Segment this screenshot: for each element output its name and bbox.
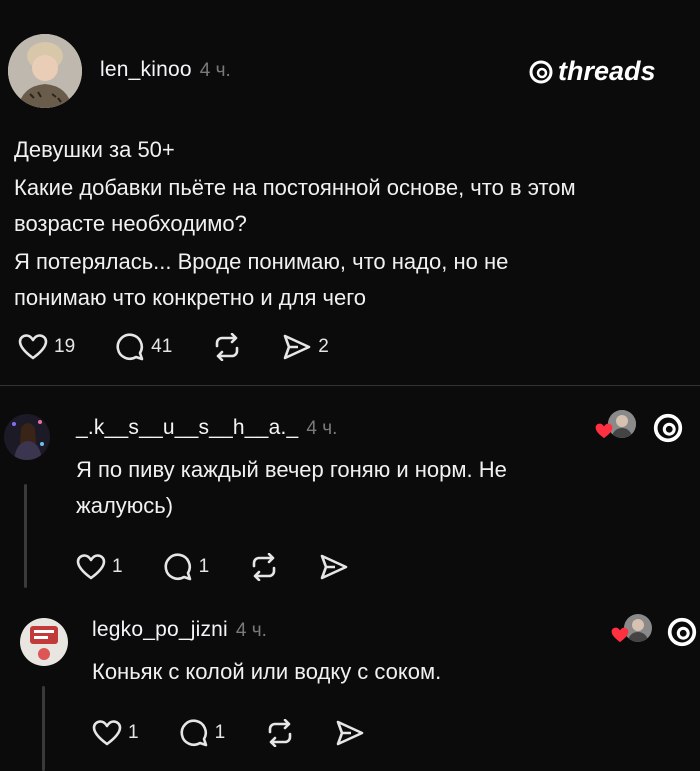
share-count: 2 bbox=[318, 336, 329, 357]
post-body: Девушки за 50+ Какие добавки пьёте на по… bbox=[14, 132, 694, 316]
heart-icon bbox=[92, 720, 122, 746]
reply-username[interactable]: legko_po_jizni bbox=[92, 618, 228, 642]
reply-line: жалуюсь) bbox=[76, 493, 174, 518]
share-button[interactable]: 2 bbox=[282, 333, 329, 361]
repost-icon bbox=[268, 719, 292, 747]
reply-button[interactable]: 41 bbox=[115, 332, 172, 362]
send-icon bbox=[283, 334, 311, 360]
reply-count: 1 bbox=[214, 722, 226, 743]
reply-count: 1 bbox=[198, 556, 210, 577]
reply-avatar[interactable] bbox=[4, 414, 50, 460]
reply-button[interactable]: 1 bbox=[163, 552, 210, 582]
like-button[interactable]: 1 bbox=[76, 553, 123, 581]
repost-button[interactable] bbox=[265, 719, 295, 747]
like-button[interactable]: 19 bbox=[18, 333, 75, 361]
reply-count: 41 bbox=[151, 336, 173, 357]
post-divider bbox=[0, 385, 700, 386]
brand-name: threads bbox=[558, 56, 656, 86]
post-line: Какие добавки пьёте на постоянной основе… bbox=[14, 175, 576, 200]
reply-button[interactable]: 1 bbox=[179, 718, 226, 748]
author-liked-indicator bbox=[594, 410, 638, 444]
like-button[interactable]: 1 bbox=[92, 719, 139, 747]
share-button[interactable] bbox=[319, 553, 349, 581]
thread-line bbox=[24, 484, 27, 588]
author-username[interactable]: len_kinoo bbox=[100, 58, 192, 82]
reply-time: 4 ч. bbox=[235, 620, 267, 641]
post-time: 4 ч. bbox=[199, 60, 231, 81]
repost-button[interactable] bbox=[249, 553, 279, 581]
like-count: 19 bbox=[54, 336, 76, 357]
repost-icon bbox=[215, 333, 239, 361]
post-line: Девушки за 50+ bbox=[14, 137, 175, 162]
author-avatar[interactable] bbox=[8, 34, 82, 108]
share-button[interactable] bbox=[335, 719, 365, 747]
reply-line: Коньяк с колой или водку с соком. bbox=[92, 659, 442, 684]
heart-icon bbox=[76, 554, 106, 580]
reply-time: 4 ч. bbox=[306, 418, 338, 439]
repost-icon bbox=[252, 553, 276, 581]
reply-line: Я по пиву каждый вечер гоняю и норм. Не bbox=[76, 457, 507, 482]
comment-icon bbox=[180, 719, 207, 747]
reply-body: Я по пиву каждый вечер гоняю и норм. Не … bbox=[76, 452, 676, 524]
heart-filled-icon bbox=[611, 627, 629, 643]
comment-icon bbox=[116, 333, 144, 361]
reply-username[interactable]: _.k__s__u__s__h__a._ bbox=[76, 416, 298, 440]
author-liked-indicator bbox=[610, 614, 654, 648]
post-line: понимаю что конкретно и для чего bbox=[14, 285, 366, 310]
threads-icon bbox=[529, 60, 553, 83]
send-icon bbox=[336, 720, 364, 746]
post-line: Я потерялась... Вроде понимаю, что надо,… bbox=[14, 249, 509, 274]
comment-icon bbox=[164, 553, 191, 581]
like-count: 1 bbox=[112, 556, 123, 577]
reply-avatar[interactable] bbox=[20, 618, 68, 666]
heart-filled-icon bbox=[595, 423, 613, 439]
repost-button[interactable] bbox=[212, 333, 242, 361]
reply-body: Коньяк с колой или водку с соком. bbox=[92, 654, 672, 690]
threads-logo: threads bbox=[528, 56, 656, 87]
send-icon bbox=[320, 554, 348, 580]
threads-icon[interactable] bbox=[652, 412, 684, 444]
thread-line bbox=[42, 686, 45, 771]
heart-icon bbox=[18, 334, 48, 360]
like-count: 1 bbox=[128, 722, 139, 743]
threads-icon[interactable] bbox=[666, 616, 698, 648]
post-line: возрасте необходимо? bbox=[14, 211, 247, 236]
